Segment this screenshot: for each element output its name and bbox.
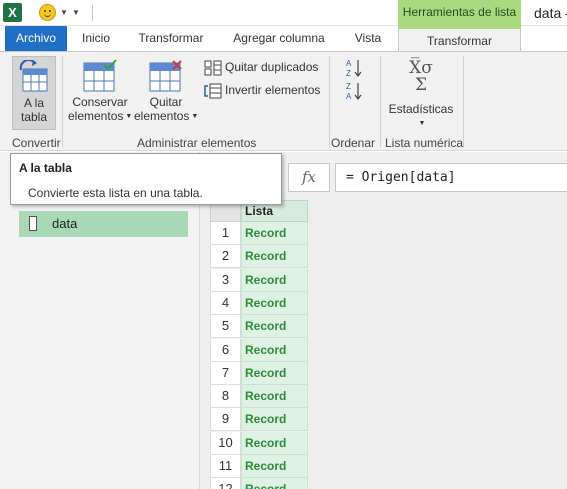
sort-ascending-icon: A Z [346, 59, 362, 78]
record-link[interactable]: Record [241, 431, 308, 455]
remove-duplicates-label: Quitar duplicados [225, 60, 319, 74]
remove-items-icon [149, 60, 182, 92]
group-separator [463, 56, 464, 148]
sort-descending-button[interactable]: Z A [345, 81, 363, 101]
list-query-icon [29, 216, 37, 231]
record-link[interactable]: Record [241, 385, 308, 409]
reverse-items-label: Invertir elementos [225, 83, 321, 97]
tab-add-column[interactable]: Agregar columna [229, 26, 329, 51]
tooltip: A la tabla Convierte esta lista en una t… [10, 153, 282, 205]
keep-items-button[interactable]: Conservar elementos ▼ [68, 56, 132, 130]
row-number[interactable]: 11 [210, 455, 241, 478]
row-number[interactable]: 12 [210, 478, 241, 489]
tab-home[interactable]: Inicio [74, 26, 118, 51]
feedback-smiley-icon[interactable] [39, 4, 56, 21]
remove-items-label-1: Quitar [149, 95, 183, 109]
title-bar: X ▼ ▼ Herramientas de lista data - [0, 0, 567, 26]
query-item-label: data [52, 216, 78, 231]
statistics-button[interactable]: X̅σ Σ Estadísticas ▼ [388, 56, 454, 130]
statistics-dropdown-icon: ▼ [418, 119, 426, 127]
svg-text:Z: Z [346, 82, 351, 91]
ribbon: A la tabla Convertir Conservar elementos… [0, 51, 567, 151]
svg-text:A: A [346, 59, 352, 68]
context-tab-group-title: Herramientas de lista [398, 0, 521, 26]
remove-items-dropdown-icon: ▼ [191, 112, 199, 120]
svg-text:Z: Z [346, 69, 351, 78]
quick-access-customize-icon[interactable]: ▼ [72, 8, 80, 17]
remove-items-button[interactable]: Quitar elementos ▼ [134, 56, 198, 130]
row-number[interactable]: 6 [210, 338, 241, 362]
row-number[interactable]: 5 [210, 315, 241, 339]
fx-button[interactable]: fx [288, 163, 330, 192]
row-number[interactable]: 2 [210, 245, 241, 269]
group-separator [380, 56, 381, 148]
keep-items-dropdown-icon: ▼ [125, 112, 133, 120]
group-separator [62, 56, 63, 148]
group-label-sort: Ordenar [331, 136, 376, 150]
keep-items-label-1: Conservar [72, 95, 128, 109]
remove-duplicates-icon [204, 60, 222, 76]
keep-items-label-2: elementos [68, 109, 124, 123]
to-table-button[interactable]: A la tabla [12, 56, 56, 130]
remove-duplicates-button[interactable]: Quitar duplicados [204, 58, 318, 76]
query-item-data[interactable]: data [19, 211, 188, 237]
tab-view[interactable]: Vista [348, 26, 388, 51]
record-link[interactable]: Record [241, 455, 308, 478]
statistics-label: Estadísticas [388, 102, 454, 116]
to-table-label-1: A la [23, 96, 44, 110]
to-table-label-2: tabla [20, 110, 48, 124]
record-link[interactable]: Record [241, 291, 308, 315]
reverse-items-button[interactable]: Invertir elementos [204, 81, 320, 99]
statistics-icon: X̅σ Σ [388, 60, 454, 94]
record-link[interactable]: Record [241, 268, 308, 292]
tooltip-body: Convierte esta lista en una tabla. [28, 186, 203, 200]
group-label-convert: Convertir [12, 136, 61, 150]
record-link[interactable]: Record [241, 245, 308, 269]
record-link[interactable]: Record [241, 222, 308, 245]
svg-text:A: A [346, 92, 352, 101]
tooltip-title: A la tabla [19, 161, 72, 175]
keep-items-icon [83, 59, 117, 92]
sort-descending-icon: Z A [346, 82, 362, 101]
row-number[interactable]: 3 [210, 268, 241, 292]
row-number[interactable]: 10 [210, 431, 241, 455]
tab-file[interactable]: Archivo [5, 26, 67, 51]
record-link[interactable]: Record [241, 361, 308, 385]
reverse-items-icon [204, 83, 222, 99]
row-number[interactable]: 4 [210, 291, 241, 315]
row-number[interactable]: 7 [210, 361, 241, 385]
record-link[interactable]: Record [241, 408, 308, 432]
to-table-icon [19, 60, 48, 92]
ribbon-tabs: Archivo Inicio Transformar Agregar colum… [0, 26, 567, 52]
tab-context-transform[interactable]: Transformar [398, 26, 521, 52]
remove-items-label-2: elementos [134, 109, 190, 123]
tab-transform[interactable]: Transformar [133, 26, 209, 51]
row-number[interactable]: 1 [210, 222, 241, 245]
formula-input[interactable]: = Origen[data] [335, 163, 567, 192]
group-label-numeric-list: Lista numérica [385, 136, 464, 150]
row-number[interactable]: 8 [210, 385, 241, 409]
group-label-manage-items: Administrar elementos [137, 136, 257, 150]
window-title: data - [534, 5, 567, 21]
record-link[interactable]: Record [241, 338, 308, 362]
row-number[interactable]: 9 [210, 408, 241, 432]
sort-ascending-button[interactable]: A Z [345, 58, 363, 78]
quick-access-separator [92, 5, 93, 21]
smiley-dropdown-icon[interactable]: ▼ [60, 8, 68, 17]
group-separator [329, 56, 330, 148]
excel-logo-icon: X [3, 3, 22, 22]
record-link[interactable]: Record [241, 478, 308, 489]
record-link[interactable]: Record [241, 315, 308, 339]
sum-symbol: Σ [414, 75, 428, 95]
